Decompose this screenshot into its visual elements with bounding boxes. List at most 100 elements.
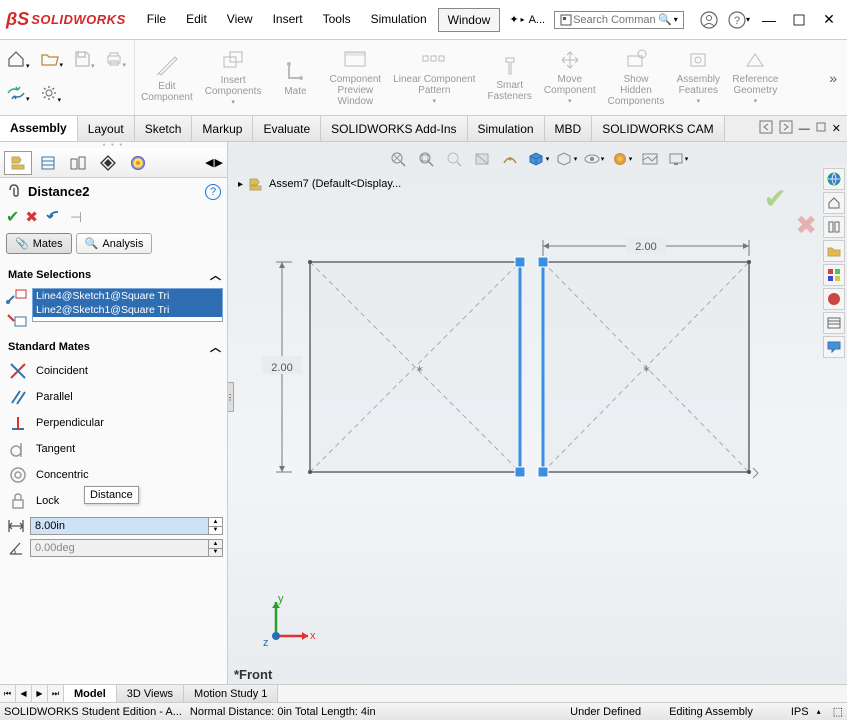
mate-lock[interactable]: Lock Distance (6, 488, 223, 514)
distance-input[interactable]: ▲▼ (30, 517, 223, 535)
panel-splitter[interactable]: ⋮ (228, 382, 234, 412)
print-icon[interactable]: ▾ (105, 51, 127, 70)
menu-simulation[interactable]: Simulation (362, 8, 436, 32)
ok-button[interactable]: ✔ (6, 207, 19, 227)
render-icon[interactable]: ▾ (666, 148, 690, 170)
dynamic-view-icon[interactable] (498, 148, 522, 170)
selection-list[interactable]: Line4@Sketch1@Square Tri Line2@Sketch1@S… (32, 288, 223, 322)
spin-down[interactable]: ▼ (209, 527, 222, 535)
property-mgr-tab[interactable] (34, 151, 62, 175)
forum-icon[interactable] (823, 336, 845, 358)
menu-window[interactable]: Window (438, 8, 501, 32)
menu-edit[interactable]: Edit (177, 8, 216, 32)
ribbon-smart-fasteners[interactable]: SmartFasteners (481, 40, 537, 115)
maximize-button[interactable] (787, 8, 811, 32)
confirm-corner-ok[interactable]: ✔ (764, 182, 787, 215)
save-icon[interactable]: ▾ (73, 50, 95, 71)
zoom-fit-icon[interactable] (386, 148, 410, 170)
confirm-corner-cancel[interactable]: ✖ (795, 210, 817, 241)
appearances-pane-icon[interactable] (823, 288, 845, 310)
entity1-icon[interactable] (6, 288, 28, 309)
window-min-icon[interactable]: — (799, 123, 810, 135)
nav-first[interactable]: ⏮ (0, 685, 16, 702)
menu-view[interactable]: View (218, 8, 262, 32)
breadcrumb[interactable]: ▸ Assem7 (Default<Display... (238, 176, 401, 192)
pushpin-icon[interactable]: ⊣ (70, 209, 82, 226)
feature-tree-tab[interactable] (4, 151, 32, 175)
ribbon-show-hidden[interactable]: ShowHiddenComponents (602, 40, 671, 115)
expand-icon[interactable]: ▸ (238, 179, 243, 190)
menu-tools[interactable]: Tools (314, 8, 360, 32)
dimxpert-tab[interactable] (94, 151, 122, 175)
ribbon-component-preview[interactable]: ComponentPreviewWindow (323, 40, 387, 115)
tab-3d-views[interactable]: 3D Views (117, 685, 184, 702)
rtab-addins[interactable]: SOLIDWORKS Add-Ins (321, 116, 467, 141)
home-pane-icon[interactable] (823, 192, 845, 214)
panel-help-icon[interactable]: ? (205, 184, 221, 200)
collapse-left-icon[interactable] (759, 120, 773, 137)
mates-subtab[interactable]: 📎Mates (6, 233, 72, 254)
ribbon-overflow[interactable]: » (823, 40, 843, 115)
custom-props-icon[interactable] (823, 312, 845, 334)
minimize-button[interactable]: — (757, 8, 781, 32)
ribbon-assembly-features[interactable]: AssemblyFeatures▾ (670, 40, 726, 115)
appearance-icon[interactable]: ▾ (610, 148, 634, 170)
user-icon[interactable] (697, 8, 721, 32)
menu-insert[interactable]: Insert (264, 8, 312, 32)
mate-coincident[interactable]: Coincident (6, 358, 223, 384)
rtab-simulation[interactable]: Simulation (468, 116, 545, 141)
appearance-tab[interactable] (124, 151, 152, 175)
display-style-icon[interactable]: ▾ (554, 148, 578, 170)
rtab-sketch[interactable]: Sketch (135, 116, 193, 141)
ribbon-insert-components[interactable]: InsertComponents▾ (199, 40, 268, 115)
ribbon-mate[interactable]: Mate (267, 40, 323, 115)
rtab-layout[interactable]: Layout (78, 116, 135, 141)
cancel-button[interactable]: ✖ (25, 208, 38, 226)
window-max-icon[interactable] (816, 122, 826, 135)
tab-motion-study[interactable]: Motion Study 1 (184, 685, 278, 702)
star-button[interactable]: ✦▸ A... (504, 10, 550, 29)
rtab-mbd[interactable]: MBD (545, 116, 593, 141)
nav-last[interactable]: ⏭ (48, 685, 64, 702)
collapse-right-icon[interactable] (779, 120, 793, 137)
window-close-icon[interactable]: ✕ (832, 122, 841, 135)
ribbon-move-component[interactable]: MoveComponent▾ (538, 40, 602, 115)
selection-item-2[interactable]: Line2@Sketch1@Square Tri (33, 303, 222, 317)
config-mgr-tab[interactable] (64, 151, 92, 175)
rtab-evaluate[interactable]: Evaluate (253, 116, 321, 141)
analysis-subtab[interactable]: 🔍Analysis (76, 233, 153, 254)
zoom-area-icon[interactable] (414, 148, 438, 170)
ribbon-edit-component[interactable]: EditComponent (135, 40, 199, 115)
undo-button[interactable] (44, 208, 64, 227)
close-button[interactable]: ✕ (817, 8, 841, 32)
globe-icon[interactable] (823, 168, 845, 190)
status-icon[interactable]: ⬚ (833, 705, 843, 718)
status-units[interactable]: IPS (791, 706, 809, 718)
ribbon-linear-pattern[interactable]: Linear ComponentPattern▾ (387, 40, 481, 115)
panel-prev-icon[interactable]: ◀ (205, 156, 213, 169)
spin-up[interactable]: ▲ (209, 518, 222, 527)
menu-file[interactable]: File (138, 8, 175, 32)
mate-selections-header[interactable]: Mate Selections︿ (6, 264, 223, 286)
search-box[interactable]: 🔍 ▾ (554, 11, 684, 29)
rtab-cam[interactable]: SOLIDWORKS CAM (592, 116, 724, 141)
mate-parallel[interactable]: Parallel (6, 384, 223, 410)
home-icon[interactable]: ▾ (6, 50, 30, 71)
scene-icon[interactable] (638, 148, 662, 170)
search-input[interactable] (573, 14, 658, 26)
tab-model[interactable]: Model (64, 685, 117, 702)
nav-next[interactable]: ▶ (32, 685, 48, 702)
options-icon[interactable]: ▾ (40, 84, 62, 105)
entity2-icon[interactable] (6, 311, 28, 332)
standard-mates-header[interactable]: Standard Mates︿ (6, 336, 223, 358)
spin-down[interactable]: ▼ (209, 549, 222, 557)
spin-up[interactable]: ▲ (209, 540, 222, 549)
file-explorer-icon[interactable] (823, 240, 845, 262)
nav-prev[interactable]: ◀ (16, 685, 32, 702)
graphics-canvas[interactable]: ⋮ ▾ ▾ ▾ ▾ ▾ ▸ Assem7 (Default<Display...… (228, 142, 847, 684)
view-palette-icon[interactable] (823, 264, 845, 286)
rtab-assembly[interactable]: Assembly (0, 116, 78, 141)
section-view-icon[interactable] (470, 148, 494, 170)
mate-concentric[interactable]: Concentric (6, 462, 223, 488)
triad[interactable]: y x z (258, 594, 318, 654)
